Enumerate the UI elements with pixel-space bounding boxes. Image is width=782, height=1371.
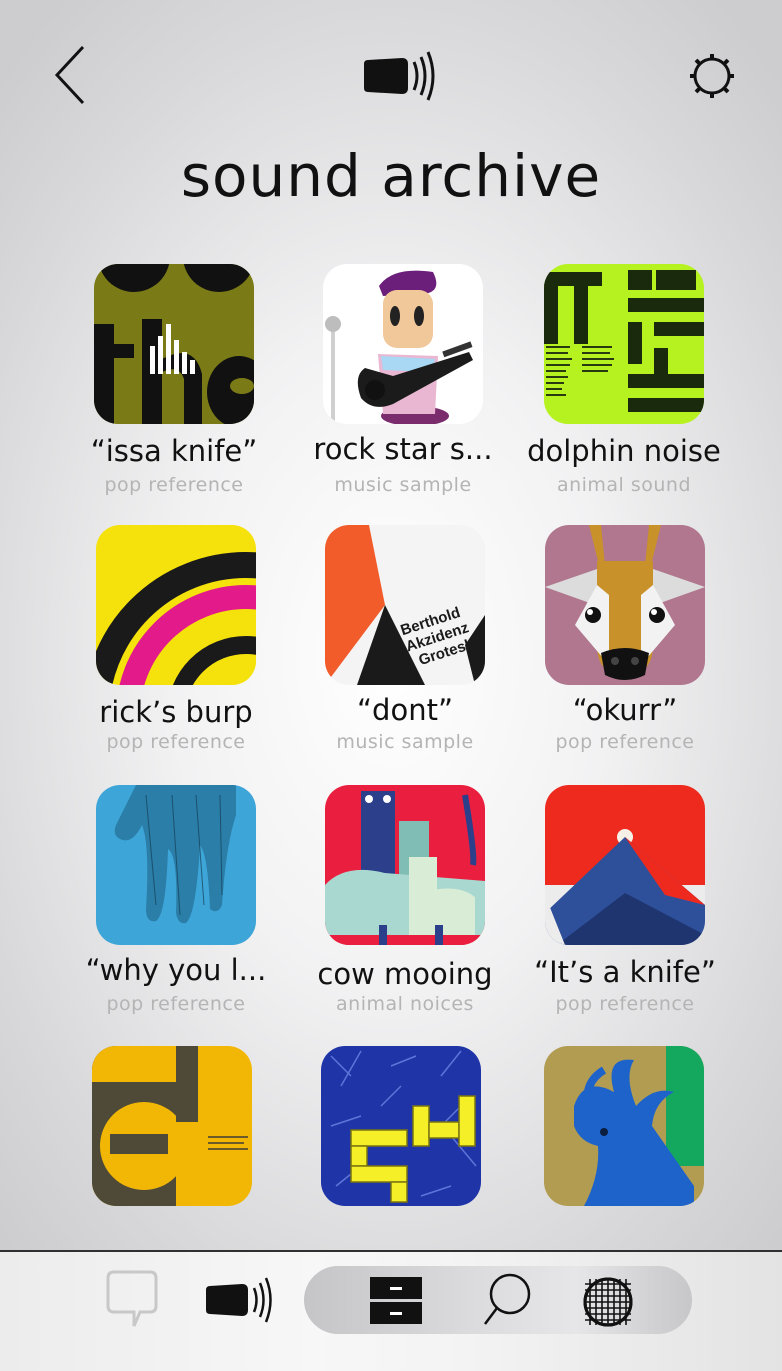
sound-tile[interactable]: rick’s burp pop reference <box>63 525 289 765</box>
sound-tile[interactable] <box>59 1046 285 1216</box>
back-icon[interactable] <box>50 44 90 106</box>
speaker-icon[interactable] <box>204 1274 276 1326</box>
album-art <box>545 785 705 945</box>
sound-category: music sample <box>334 474 472 496</box>
album-art <box>96 525 256 685</box>
sound-category: pop reference <box>106 731 246 753</box>
sound-name: rick’s burp <box>99 695 253 729</box>
album-art <box>544 1046 704 1206</box>
sound-category: pop reference <box>555 993 695 1015</box>
chat-bubble-icon[interactable] <box>104 1268 160 1330</box>
sound-tile[interactable]: “okurr” pop reference <box>512 525 738 765</box>
page-title: sound archive <box>180 142 602 210</box>
sound-name: cow mooing <box>317 957 493 991</box>
sound-tile[interactable] <box>288 1046 514 1216</box>
album-art <box>94 264 254 424</box>
sound-tile[interactable]: dolphin noise animal sound <box>511 264 737 504</box>
sound-name: “dont” <box>357 693 453 727</box>
sound-name: “why you l... <box>85 953 267 987</box>
sound-category: pop reference <box>555 731 695 753</box>
globe-icon[interactable] <box>582 1276 634 1328</box>
sound-name: “okurr” <box>572 693 678 727</box>
sound-name: dolphin noise <box>527 434 721 468</box>
sound-tile[interactable]: “issa knife” pop reference <box>61 264 287 504</box>
album-art <box>325 785 485 945</box>
album-art <box>323 264 483 424</box>
search-icon[interactable] <box>482 1272 534 1328</box>
archive-drawer-icon[interactable] <box>368 1275 424 1325</box>
sound-tile[interactable]: rock star s... music sample <box>290 264 516 504</box>
album-art <box>96 785 256 945</box>
album-art <box>92 1046 252 1206</box>
speaker-icon[interactable] <box>360 48 440 104</box>
sound-name: rock star s... <box>313 432 493 466</box>
album-art <box>545 525 705 685</box>
sound-tile[interactable]: “why you l... pop reference <box>63 785 289 1025</box>
sound-name: “It’s a knife” <box>534 955 716 989</box>
sound-tile[interactable]: cow mooing animal noices <box>292 785 518 1025</box>
sound-category: animal noices <box>336 993 474 1015</box>
sound-category: animal sound <box>556 474 692 496</box>
gear-icon[interactable] <box>688 52 736 100</box>
sound-tile[interactable] <box>511 1046 737 1216</box>
sound-tile[interactable]: “It’s a knife” pop reference <box>512 785 738 1025</box>
album-art <box>544 264 704 424</box>
sound-category: pop reference <box>104 474 244 496</box>
sound-tile[interactable]: Berthold Akzidenz Grotesk “dont” music s… <box>292 525 518 765</box>
album-art: Berthold Akzidenz Grotesk <box>325 525 485 685</box>
sound-category: music sample <box>336 731 474 753</box>
sound-category: pop reference <box>106 993 246 1015</box>
album-art <box>321 1046 481 1206</box>
sound-name: “issa knife” <box>90 434 258 468</box>
